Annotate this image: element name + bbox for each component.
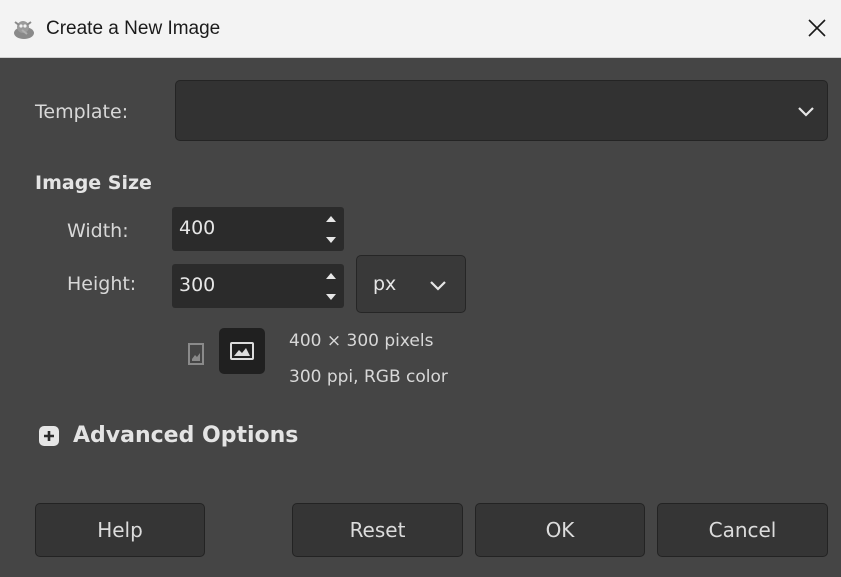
template-label: Template: <box>35 101 129 123</box>
height-label: Height: <box>67 273 137 295</box>
help-button[interactable]: Help <box>35 503 205 557</box>
new-image-dialog: Template: Image Size Width: 400 Height: … <box>0 58 841 577</box>
chevron-down-icon <box>430 281 446 291</box>
advanced-options-label[interactable]: Advanced Options <box>73 423 298 448</box>
cancel-button[interactable]: Cancel <box>657 503 828 557</box>
ok-button[interactable]: OK <box>475 503 645 557</box>
expander-plus-icon[interactable] <box>38 425 60 447</box>
unit-value: px <box>373 273 397 295</box>
width-value[interactable]: 400 <box>179 217 215 239</box>
image-dimensions-info: 400 × 300 pixels <box>289 331 434 351</box>
width-spin-arrows <box>318 207 344 251</box>
template-combo[interactable] <box>175 80 828 141</box>
height-value[interactable]: 300 <box>179 274 215 296</box>
spin-up-icon[interactable] <box>318 209 344 229</box>
gimp-app-icon <box>14 21 34 39</box>
height-spin-arrows <box>318 264 344 308</box>
close-icon[interactable] <box>801 12 833 44</box>
width-label: Width: <box>67 220 129 242</box>
height-spinbox[interactable]: 300 <box>172 264 344 308</box>
reset-button[interactable]: Reset <box>292 503 463 557</box>
image-size-heading: Image Size <box>35 172 152 194</box>
width-spinbox[interactable]: 400 <box>172 207 344 251</box>
spin-down-icon[interactable] <box>318 287 344 307</box>
portrait-icon[interactable] <box>184 342 208 366</box>
landscape-icon <box>230 342 254 360</box>
image-resolution-info: 300 ppi, RGB color <box>289 367 448 387</box>
unit-selector[interactable]: px <box>356 255 466 313</box>
spin-down-icon[interactable] <box>318 230 344 250</box>
spin-up-icon[interactable] <box>318 266 344 286</box>
title-bar: Create a New Image <box>0 0 841 58</box>
chevron-down-icon <box>798 107 814 117</box>
landscape-button[interactable] <box>219 328 265 374</box>
window-title: Create a New Image <box>46 18 221 39</box>
